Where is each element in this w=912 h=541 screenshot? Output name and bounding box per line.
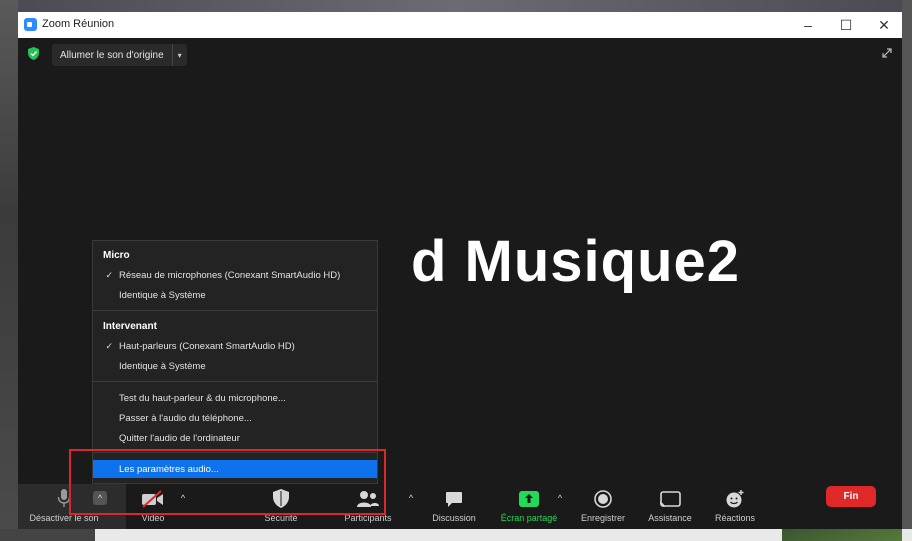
reactions-label: Réactions bbox=[714, 513, 756, 523]
audio-options-menu: Micro ✓ Réseau de microphones (Conexant … bbox=[92, 240, 378, 484]
annotation-highlight-box bbox=[69, 449, 386, 515]
menu-item-test-audio[interactable]: Test du haut-parleur & du microphone... bbox=[93, 389, 377, 407]
menu-item-label: Haut-parleurs (Conexant SmartAudio HD) bbox=[119, 340, 295, 352]
window-title: Zoom Réunion bbox=[42, 18, 115, 30]
micro-section-header: Micro bbox=[103, 250, 130, 261]
assistance-label: Assistance bbox=[648, 513, 692, 523]
menu-item-label: Test du haut-parleur & du microphone... bbox=[119, 392, 286, 404]
record-label: Enregistrer bbox=[580, 513, 625, 523]
share-options-caret[interactable]: ^ bbox=[553, 491, 567, 505]
original-sound-button[interactable]: Allumer le son d'origine ▾ bbox=[52, 44, 187, 66]
cast-icon bbox=[657, 484, 683, 508]
checkmark-icon: ✓ bbox=[105, 269, 113, 280]
chat-bubble-icon bbox=[441, 484, 467, 508]
minimize-button[interactable]: – bbox=[792, 15, 824, 35]
assistance-button[interactable]: Assistance bbox=[642, 484, 698, 529]
close-button[interactable]: ✕ bbox=[868, 15, 900, 35]
menu-divider bbox=[93, 381, 377, 382]
desktop-background-corner bbox=[0, 529, 95, 541]
menu-item-label: Identique à Système bbox=[119, 360, 206, 372]
menu-item-phone-audio[interactable]: Passer à l'audio du téléphone... bbox=[93, 409, 377, 427]
encryption-shield-icon[interactable] bbox=[28, 47, 39, 60]
title-bar: Zoom Réunion – ☐ ✕ bbox=[18, 12, 902, 39]
desktop-background-bottom bbox=[0, 529, 912, 541]
smiley-add-icon bbox=[722, 484, 748, 508]
meeting-name-text: d Musique2 bbox=[411, 229, 741, 294]
chat-label: Discussion bbox=[432, 513, 476, 523]
menu-item-label: Identique à Système bbox=[119, 289, 206, 301]
desktop-background-left bbox=[0, 0, 18, 541]
menu-item-label: Passer à l'audio du téléphone... bbox=[119, 412, 252, 424]
menu-item-mic-array[interactable]: ✓ Réseau de microphones (Conexant SmartA… bbox=[93, 266, 377, 284]
share-screen-icon bbox=[516, 484, 542, 508]
original-sound-dropdown[interactable]: ▾ bbox=[171, 44, 187, 66]
end-meeting-button[interactable]: Fin bbox=[826, 486, 876, 507]
speaker-section-header: Intervenant bbox=[103, 321, 157, 332]
checkmark-icon: ✓ bbox=[105, 340, 113, 351]
fullscreen-expand-icon[interactable] bbox=[880, 46, 894, 60]
chat-button[interactable]: Discussion bbox=[428, 484, 480, 529]
share-screen-label: Écran partagé bbox=[500, 513, 558, 523]
reactions-button[interactable]: Réactions bbox=[710, 484, 760, 529]
desktop-background-right bbox=[902, 0, 912, 541]
menu-item-label: Réseau de microphones (Conexant SmartAud… bbox=[119, 269, 341, 281]
menu-item-mic-system[interactable]: Identique à Système bbox=[93, 286, 377, 304]
menu-item-leave-audio[interactable]: Quitter l'audio de l'ordinateur bbox=[93, 429, 377, 447]
participants-options-caret[interactable]: ^ bbox=[404, 491, 418, 505]
original-sound-label: Allumer le son d'origine bbox=[60, 49, 164, 61]
record-icon bbox=[590, 484, 616, 508]
menu-item-label: Quitter l'audio de l'ordinateur bbox=[119, 432, 240, 444]
desktop-background-top bbox=[0, 0, 912, 12]
menu-divider bbox=[93, 310, 377, 311]
maximize-button[interactable]: ☐ bbox=[830, 15, 862, 35]
record-button[interactable]: Enregistrer bbox=[576, 484, 630, 529]
menu-item-speaker-system[interactable]: Identique à Système bbox=[93, 357, 377, 375]
menu-item-speakers[interactable]: ✓ Haut-parleurs (Conexant SmartAudio HD) bbox=[93, 337, 377, 355]
zoom-logo-icon bbox=[24, 18, 37, 31]
